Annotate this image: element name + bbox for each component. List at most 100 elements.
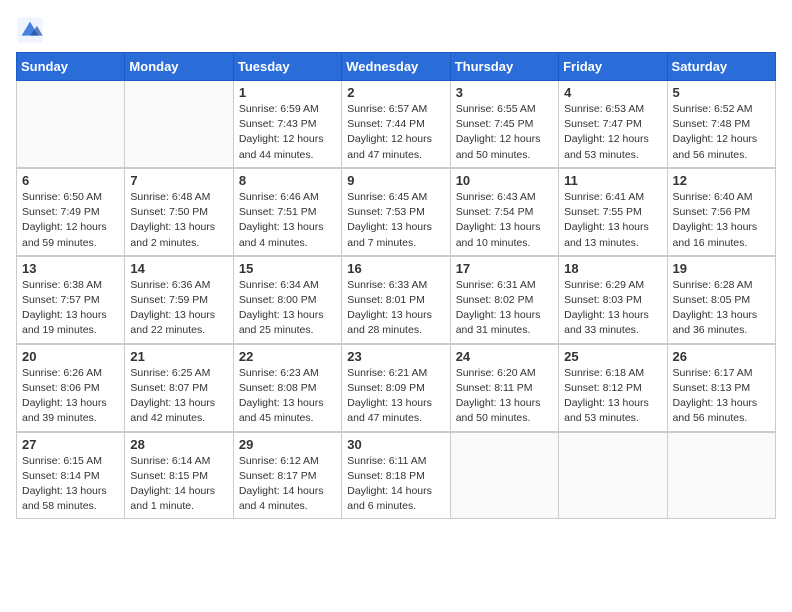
calendar-day-cell: 12Sunrise: 6:40 AM Sunset: 7:56 PM Dayli… (667, 168, 775, 256)
day-number: 9 (347, 173, 444, 188)
calendar-day-cell: 4 Sunrise: 6:53 AM Sunset: 7:47 PM Daylig… (559, 81, 667, 168)
day-number: 11 (564, 173, 661, 188)
day-number: 16 (347, 261, 444, 276)
day-number: 12 (673, 173, 770, 188)
calendar-day-cell: 23 Sunrise: 6:21 AM Sunset: 8:09 PM Dayli… (342, 344, 450, 432)
calendar-day-cell: 27 Sunrise: 6:15 AM Sunset: 8:14 PM Dayli… (17, 432, 125, 519)
day-info: Sunrise: 6:36 AM Sunset: 7:59 PM Dayligh… (130, 278, 227, 339)
day-number: 3 (456, 85, 553, 100)
calendar-day-cell: 18Sunrise: 6:29 AM Sunset: 8:03 PM Dayli… (559, 256, 667, 344)
day-of-week-header: Saturday (667, 53, 775, 81)
day-info: Sunrise: 6:59 AM Sunset: 7:43 PM Dayligh… (239, 102, 336, 163)
calendar-day-cell: 14 Sunrise: 6:36 AM Sunset: 7:59 PM Dayli… (125, 256, 233, 344)
day-info: Sunrise: 6:26 AM Sunset: 8:06 PM Dayligh… (22, 366, 119, 427)
day-info: Sunrise: 6:46 AM Sunset: 7:51 PM Dayligh… (239, 190, 336, 251)
day-number: 24 (456, 349, 553, 364)
calendar-table: SundayMondayTuesdayWednesdayThursdayFrid… (16, 52, 776, 519)
day-number: 8 (239, 173, 336, 188)
day-info: Sunrise: 6:15 AM Sunset: 8:14 PM Dayligh… (22, 454, 119, 515)
day-info: Sunrise: 6:14 AM Sunset: 8:15 PM Dayligh… (130, 454, 227, 515)
calendar-day-cell: 11 Sunrise: 6:41 AM Sunset: 7:55 PM Dayli… (559, 168, 667, 256)
day-of-week-header: Monday (125, 53, 233, 81)
calendar-week-row: 20 Sunrise: 6:26 AM Sunset: 8:06 PM Dayli… (17, 344, 776, 432)
day-number: 19 (673, 261, 770, 276)
calendar-day-cell: 9Sunrise: 6:45 AM Sunset: 7:53 PM Daylig… (342, 168, 450, 256)
day-number: 20 (22, 349, 119, 364)
day-info: Sunrise: 6:28 AM Sunset: 8:05 PM Dayligh… (673, 278, 770, 339)
day-number: 1 (239, 85, 336, 100)
day-number: 21 (130, 349, 227, 364)
calendar-day-cell (667, 432, 775, 519)
calendar-day-cell (17, 81, 125, 168)
calendar-day-cell: 22 Sunrise: 6:23 AM Sunset: 8:08 PM Dayli… (233, 344, 341, 432)
day-info: Sunrise: 6:33 AM Sunset: 8:01 PM Dayligh… (347, 278, 444, 339)
calendar-day-cell: 8 Sunrise: 6:46 AM Sunset: 7:51 PM Daylig… (233, 168, 341, 256)
day-number: 22 (239, 349, 336, 364)
day-info: Sunrise: 6:31 AM Sunset: 8:02 PM Dayligh… (456, 278, 553, 339)
calendar-header-row: SundayMondayTuesdayWednesdayThursdayFrid… (17, 53, 776, 81)
calendar-day-cell: 19 Sunrise: 6:28 AM Sunset: 8:05 PM Dayli… (667, 256, 775, 344)
calendar-week-row: 13 Sunrise: 6:38 AM Sunset: 7:57 PM Dayli… (17, 256, 776, 344)
calendar-day-cell (125, 81, 233, 168)
calendar-day-cell: 24 Sunrise: 6:20 AM Sunset: 8:11 PM Dayli… (450, 344, 558, 432)
calendar-day-cell: 26Sunrise: 6:17 AM Sunset: 8:13 PM Dayli… (667, 344, 775, 432)
calendar-day-cell: 3 Sunrise: 6:55 AM Sunset: 7:45 PM Daylig… (450, 81, 558, 168)
day-number: 18 (564, 261, 661, 276)
day-of-week-header: Sunday (17, 53, 125, 81)
day-of-week-header: Friday (559, 53, 667, 81)
day-number: 29 (239, 437, 336, 452)
day-number: 4 (564, 85, 661, 100)
logo (16, 16, 48, 44)
day-number: 15 (239, 261, 336, 276)
day-info: Sunrise: 6:38 AM Sunset: 7:57 PM Dayligh… (22, 278, 119, 339)
calendar-day-cell: 16 Sunrise: 6:33 AM Sunset: 8:01 PM Dayli… (342, 256, 450, 344)
day-info: Sunrise: 6:12 AM Sunset: 8:17 PM Dayligh… (239, 454, 336, 515)
calendar-day-cell: 1 Sunrise: 6:59 AM Sunset: 7:43 PM Daylig… (233, 81, 341, 168)
calendar-day-cell (450, 432, 558, 519)
day-number: 27 (22, 437, 119, 452)
calendar-day-cell: 7Sunrise: 6:48 AM Sunset: 7:50 PM Daylig… (125, 168, 233, 256)
calendar-day-cell: 28 Sunrise: 6:14 AM Sunset: 8:15 PM Dayli… (125, 432, 233, 519)
day-info: Sunrise: 6:21 AM Sunset: 8:09 PM Dayligh… (347, 366, 444, 427)
day-of-week-header: Tuesday (233, 53, 341, 81)
day-number: 25 (564, 349, 661, 364)
day-number: 10 (456, 173, 553, 188)
day-info: Sunrise: 6:55 AM Sunset: 7:45 PM Dayligh… (456, 102, 553, 163)
day-info: Sunrise: 6:41 AM Sunset: 7:55 PM Dayligh… (564, 190, 661, 251)
day-info: Sunrise: 6:50 AM Sunset: 7:49 PM Dayligh… (22, 190, 119, 251)
calendar-day-cell: 15 Sunrise: 6:34 AM Sunset: 8:00 PM Dayli… (233, 256, 341, 344)
day-info: Sunrise: 6:23 AM Sunset: 8:08 PM Dayligh… (239, 366, 336, 427)
calendar-day-cell: 20 Sunrise: 6:26 AM Sunset: 8:06 PM Dayli… (17, 344, 125, 432)
calendar-day-cell: 2 Sunrise: 6:57 AM Sunset: 7:44 PM Daylig… (342, 81, 450, 168)
day-of-week-header: Wednesday (342, 53, 450, 81)
day-number: 17 (456, 261, 553, 276)
day-info: Sunrise: 6:17 AM Sunset: 8:13 PM Dayligh… (673, 366, 770, 427)
day-number: 5 (673, 85, 770, 100)
day-info: Sunrise: 6:48 AM Sunset: 7:50 PM Dayligh… (130, 190, 227, 251)
day-info: Sunrise: 6:34 AM Sunset: 8:00 PM Dayligh… (239, 278, 336, 339)
day-number: 13 (22, 261, 119, 276)
calendar-day-cell: 6 Sunrise: 6:50 AM Sunset: 7:49 PM Daylig… (17, 168, 125, 256)
day-number: 6 (22, 173, 119, 188)
calendar-day-cell: 5 Sunrise: 6:52 AM Sunset: 7:48 PM Daylig… (667, 81, 775, 168)
day-info: Sunrise: 6:43 AM Sunset: 7:54 PM Dayligh… (456, 190, 553, 251)
calendar-day-cell: 17 Sunrise: 6:31 AM Sunset: 8:02 PM Dayli… (450, 256, 558, 344)
day-of-week-header: Thursday (450, 53, 558, 81)
day-info: Sunrise: 6:57 AM Sunset: 7:44 PM Dayligh… (347, 102, 444, 163)
page-header (16, 16, 776, 44)
calendar-day-cell: 30Sunrise: 6:11 AM Sunset: 8:18 PM Dayli… (342, 432, 450, 519)
day-info: Sunrise: 6:52 AM Sunset: 7:48 PM Dayligh… (673, 102, 770, 163)
day-number: 14 (130, 261, 227, 276)
calendar-day-cell: 21 Sunrise: 6:25 AM Sunset: 8:07 PM Dayli… (125, 344, 233, 432)
day-number: 2 (347, 85, 444, 100)
day-number: 23 (347, 349, 444, 364)
day-info: Sunrise: 6:11 AM Sunset: 8:18 PM Dayligh… (347, 454, 444, 515)
day-info: Sunrise: 6:25 AM Sunset: 8:07 PM Dayligh… (130, 366, 227, 427)
calendar-day-cell: 13 Sunrise: 6:38 AM Sunset: 7:57 PM Dayli… (17, 256, 125, 344)
day-info: Sunrise: 6:53 AM Sunset: 7:47 PM Dayligh… (564, 102, 661, 163)
calendar-week-row: 1 Sunrise: 6:59 AM Sunset: 7:43 PM Daylig… (17, 81, 776, 168)
day-info: Sunrise: 6:18 AM Sunset: 8:12 PM Dayligh… (564, 366, 661, 427)
day-number: 28 (130, 437, 227, 452)
calendar-week-row: 27 Sunrise: 6:15 AM Sunset: 8:14 PM Dayli… (17, 432, 776, 519)
day-info: Sunrise: 6:20 AM Sunset: 8:11 PM Dayligh… (456, 366, 553, 427)
